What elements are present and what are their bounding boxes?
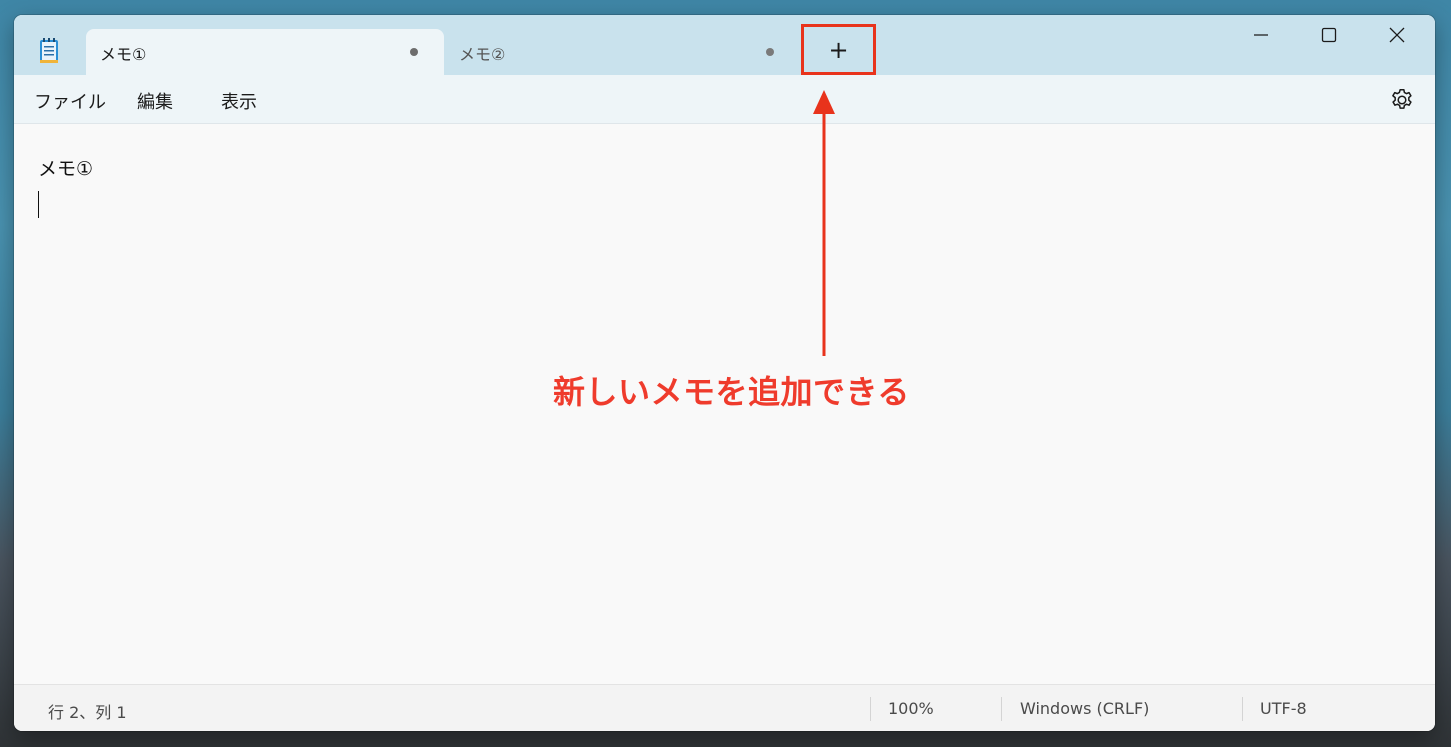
- annotation-arrow-icon: [813, 90, 835, 356]
- menu-file[interactable]: ファイル: [34, 88, 106, 114]
- tab-label: メモ②: [459, 45, 506, 64]
- editor-line-1: メモ①: [38, 158, 94, 180]
- tab-label: メモ①: [100, 45, 147, 64]
- text-caret: [38, 191, 39, 218]
- maximize-icon: [1321, 27, 1337, 43]
- plus-icon: +: [828, 35, 849, 64]
- menu-bar: ファイル 編集 表示: [14, 75, 1435, 124]
- status-divider: [1242, 697, 1243, 721]
- gear-icon: [1392, 88, 1412, 109]
- minimize-icon: [1254, 34, 1268, 36]
- cursor-position: 行 2、列 1: [48, 703, 127, 722]
- status-divider: [870, 697, 871, 721]
- zoom-level: 100%: [888, 699, 934, 718]
- notepad-window: メモ① メモ② + ファイル 編集 表示 メモ① 新しいメモを追加できる 行 2…: [14, 15, 1435, 731]
- tab-memo-2[interactable]: メモ②: [445, 29, 800, 75]
- new-tab-button[interactable]: +: [801, 24, 876, 75]
- close-icon: [1389, 27, 1405, 43]
- status-bar: 行 2、列 1 100% Windows (CRLF) UTF-8: [14, 684, 1435, 731]
- line-ending: Windows (CRLF): [1020, 699, 1150, 718]
- unsaved-dot-icon[interactable]: [410, 48, 418, 56]
- minimize-button[interactable]: [1227, 15, 1295, 55]
- notepad-icon: [38, 37, 60, 65]
- menu-view[interactable]: 表示: [221, 88, 257, 114]
- close-button[interactable]: [1363, 15, 1431, 55]
- menu-edit[interactable]: 編集: [137, 88, 173, 114]
- annotation-label: 新しいメモを追加できる: [553, 373, 910, 411]
- tab-memo-1[interactable]: メモ①: [86, 29, 444, 75]
- status-divider: [1001, 697, 1002, 721]
- settings-button[interactable]: [1389, 87, 1415, 113]
- unsaved-dot-icon[interactable]: [766, 48, 774, 56]
- title-bar: メモ① メモ② +: [14, 15, 1435, 75]
- maximize-button[interactable]: [1295, 15, 1363, 55]
- encoding: UTF-8: [1260, 699, 1307, 718]
